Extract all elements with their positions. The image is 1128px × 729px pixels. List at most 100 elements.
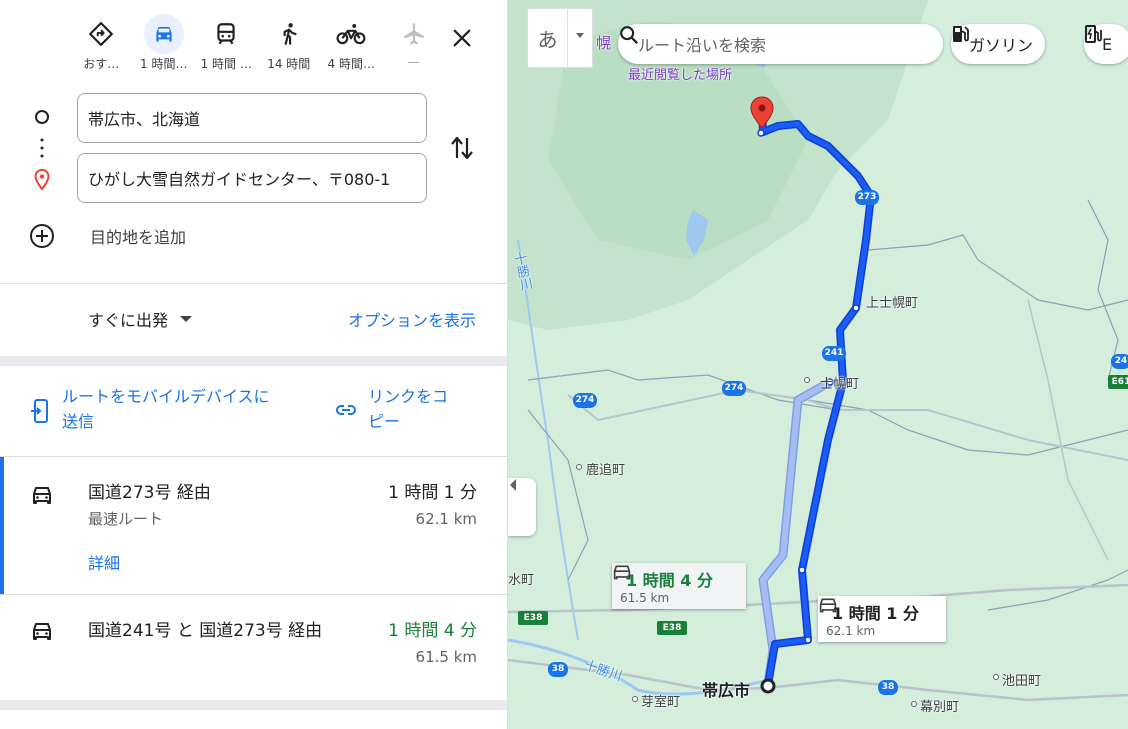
callout-duration: 1 時間 4 分 [626,571,713,590]
search-placeholder: ルート沿いを検索 [638,36,767,55]
recent-places-label[interactable]: 最近閲覧した場所 [628,64,732,83]
alternate-route-callout[interactable]: 1 時間 4 分 61.5 km [612,563,746,609]
train-icon [206,14,246,54]
car-icon [33,623,51,640]
bicycle-icon [331,14,371,54]
more-vert-icon [34,137,50,159]
car-icon [613,565,631,580]
expressway-shield-e38: E38 [657,621,687,635]
route-tag: 最速ルート [88,510,164,528]
depart-label: すぐに出発 [88,311,169,330]
swap-vert-icon [451,136,473,160]
road-shield-38: 38 [878,680,898,695]
close-icon [453,29,471,47]
main-route-callout[interactable]: 1 時間 1 分 62.1 km [818,596,946,642]
expressway-shield-e38: E38 [518,611,548,625]
mode-driving[interactable]: 1 時間… [133,14,196,74]
directions-icon [81,14,121,54]
mode-label: おす… [83,57,120,71]
copy-link-button[interactable]: リンクをコ ピー [334,384,448,434]
collapse-panel-button[interactable] [508,478,536,536]
mode-cycling[interactable]: 4 時間… [320,14,383,74]
input-method-toggle[interactable]: あ [527,8,593,68]
place-label[interactable]: 帯広市 [702,677,750,701]
route-search-bar[interactable]: ルート沿いを検索 [618,24,943,64]
place-label[interactable]: 士幌町 [820,373,859,392]
expressway-shield-e61: E61 [1108,375,1128,389]
destination-input[interactable]: ひがし大雪自然ガイドセンター、〒080-1 [77,153,427,203]
route-duration: 1 時間 4 分 [388,621,477,641]
add-destination-button[interactable]: 目的地を追加 [28,222,186,250]
mode-walking[interactable]: 14 時間 [258,14,321,74]
chip-gas-station[interactable]: ガソリン [951,24,1046,64]
caret-down-icon [180,316,193,322]
road-shield-241: 241 [822,346,846,361]
place-label[interactable]: 水町 [508,569,534,588]
chip-label: E [1102,34,1113,54]
place-label[interactable]: 芽室町 [641,691,680,710]
road-shield-274: 274 [573,393,597,408]
add-circle-icon [30,224,54,248]
place-label[interactable]: 池田町 [1002,670,1041,689]
copy-link-label: リンクをコ [368,387,449,406]
road-shield-24: 24 [1111,354,1128,369]
road-shield-274: 274 [722,381,746,396]
add-destination-label: 目的地を追加 [90,228,187,247]
chip-label: ガソリン [969,36,1034,55]
chip-ev-charging[interactable]: E [1084,24,1128,64]
mode-label: 1 時間 … [200,57,252,71]
depart-time-dropdown[interactable]: すぐに出発 [88,307,193,331]
road-shield-273: 273 [855,190,879,205]
search-icon [620,26,639,45]
chevron-left-icon [510,479,516,491]
mode-transit[interactable]: 1 時間 … [195,14,258,74]
mode-label: 4 時間… [327,57,375,71]
send-to-mobile-label: 送信 [62,412,95,431]
show-options-link[interactable]: オプションを表示 [348,307,476,331]
divider [0,700,507,710]
place-label[interactable]: 幌 [596,32,611,53]
caret-down-icon [568,9,592,67]
place-label[interactable]: 幕別町 [920,696,959,715]
callout-distance: 62.1 km [826,624,876,638]
send-to-mobile-button[interactable]: ルートをモバイルデバイスに 送信 [30,384,270,434]
car-icon [143,14,184,54]
place-label[interactable]: 鹿追町 [586,459,625,478]
route-option-fastest[interactable]: 国道273号 経由 最速ルート 詳細 1 時間 1 分 62.1 km [0,457,507,594]
road-shield-38: 38 [548,662,568,677]
callout-duration: 1 時間 1 分 [832,604,919,623]
route-distance: 62.1 km [415,510,477,528]
place-label[interactable]: 上士幌町 [866,292,918,311]
flight-icon [394,14,434,54]
divider [0,356,507,366]
route-distance: 61.5 km [415,648,477,666]
mode-label: — [407,55,420,69]
car-icon [33,487,51,504]
divider [0,283,507,284]
mode-flight[interactable]: — [383,14,446,74]
map-canvas[interactable]: 273 241 274 274 38 38 24 E38 E38 E61 上士幌… [508,0,1128,729]
car-icon [819,598,837,613]
gas-station-icon [953,26,969,42]
ev-charger-icon [1085,25,1102,43]
route-name: 国道273号 経由 [88,483,211,503]
send-to-mobile-label: ルートをモバイルデバイスに [62,387,270,406]
origin-input[interactable]: 帯広市、北海道 [77,93,427,143]
copy-link-label: ピー [368,412,401,431]
swap-button[interactable] [442,128,482,168]
route-name: 国道241号 と 国道273号 経由 [88,621,323,641]
link-icon [336,405,356,415]
origin-dot-icon [34,109,50,125]
mode-recommended[interactable]: おす… [70,14,133,74]
route-duration: 1 時間 1 分 [388,483,477,503]
directions-panel: おす… 1 時間… 1 時間 … 14 時間 4 時間… — 帯広市、北海道 ひ… [0,0,508,729]
route-details-link[interactable]: 詳細 [88,550,120,574]
travel-mode-tabs: おす… 1 時間… 1 時間 … 14 時間 4 時間… — [70,14,445,74]
walk-icon [269,14,309,54]
send-to-mobile-icon [31,399,48,423]
close-button[interactable] [442,18,482,58]
mode-label: 1 時間… [140,57,188,71]
route-option-alternate[interactable]: 国道241号 と 国道273号 経由 1 時間 4 分 61.5 km [0,595,507,699]
mode-label: 14 時間 [267,57,311,71]
callout-distance: 61.5 km [620,591,670,605]
